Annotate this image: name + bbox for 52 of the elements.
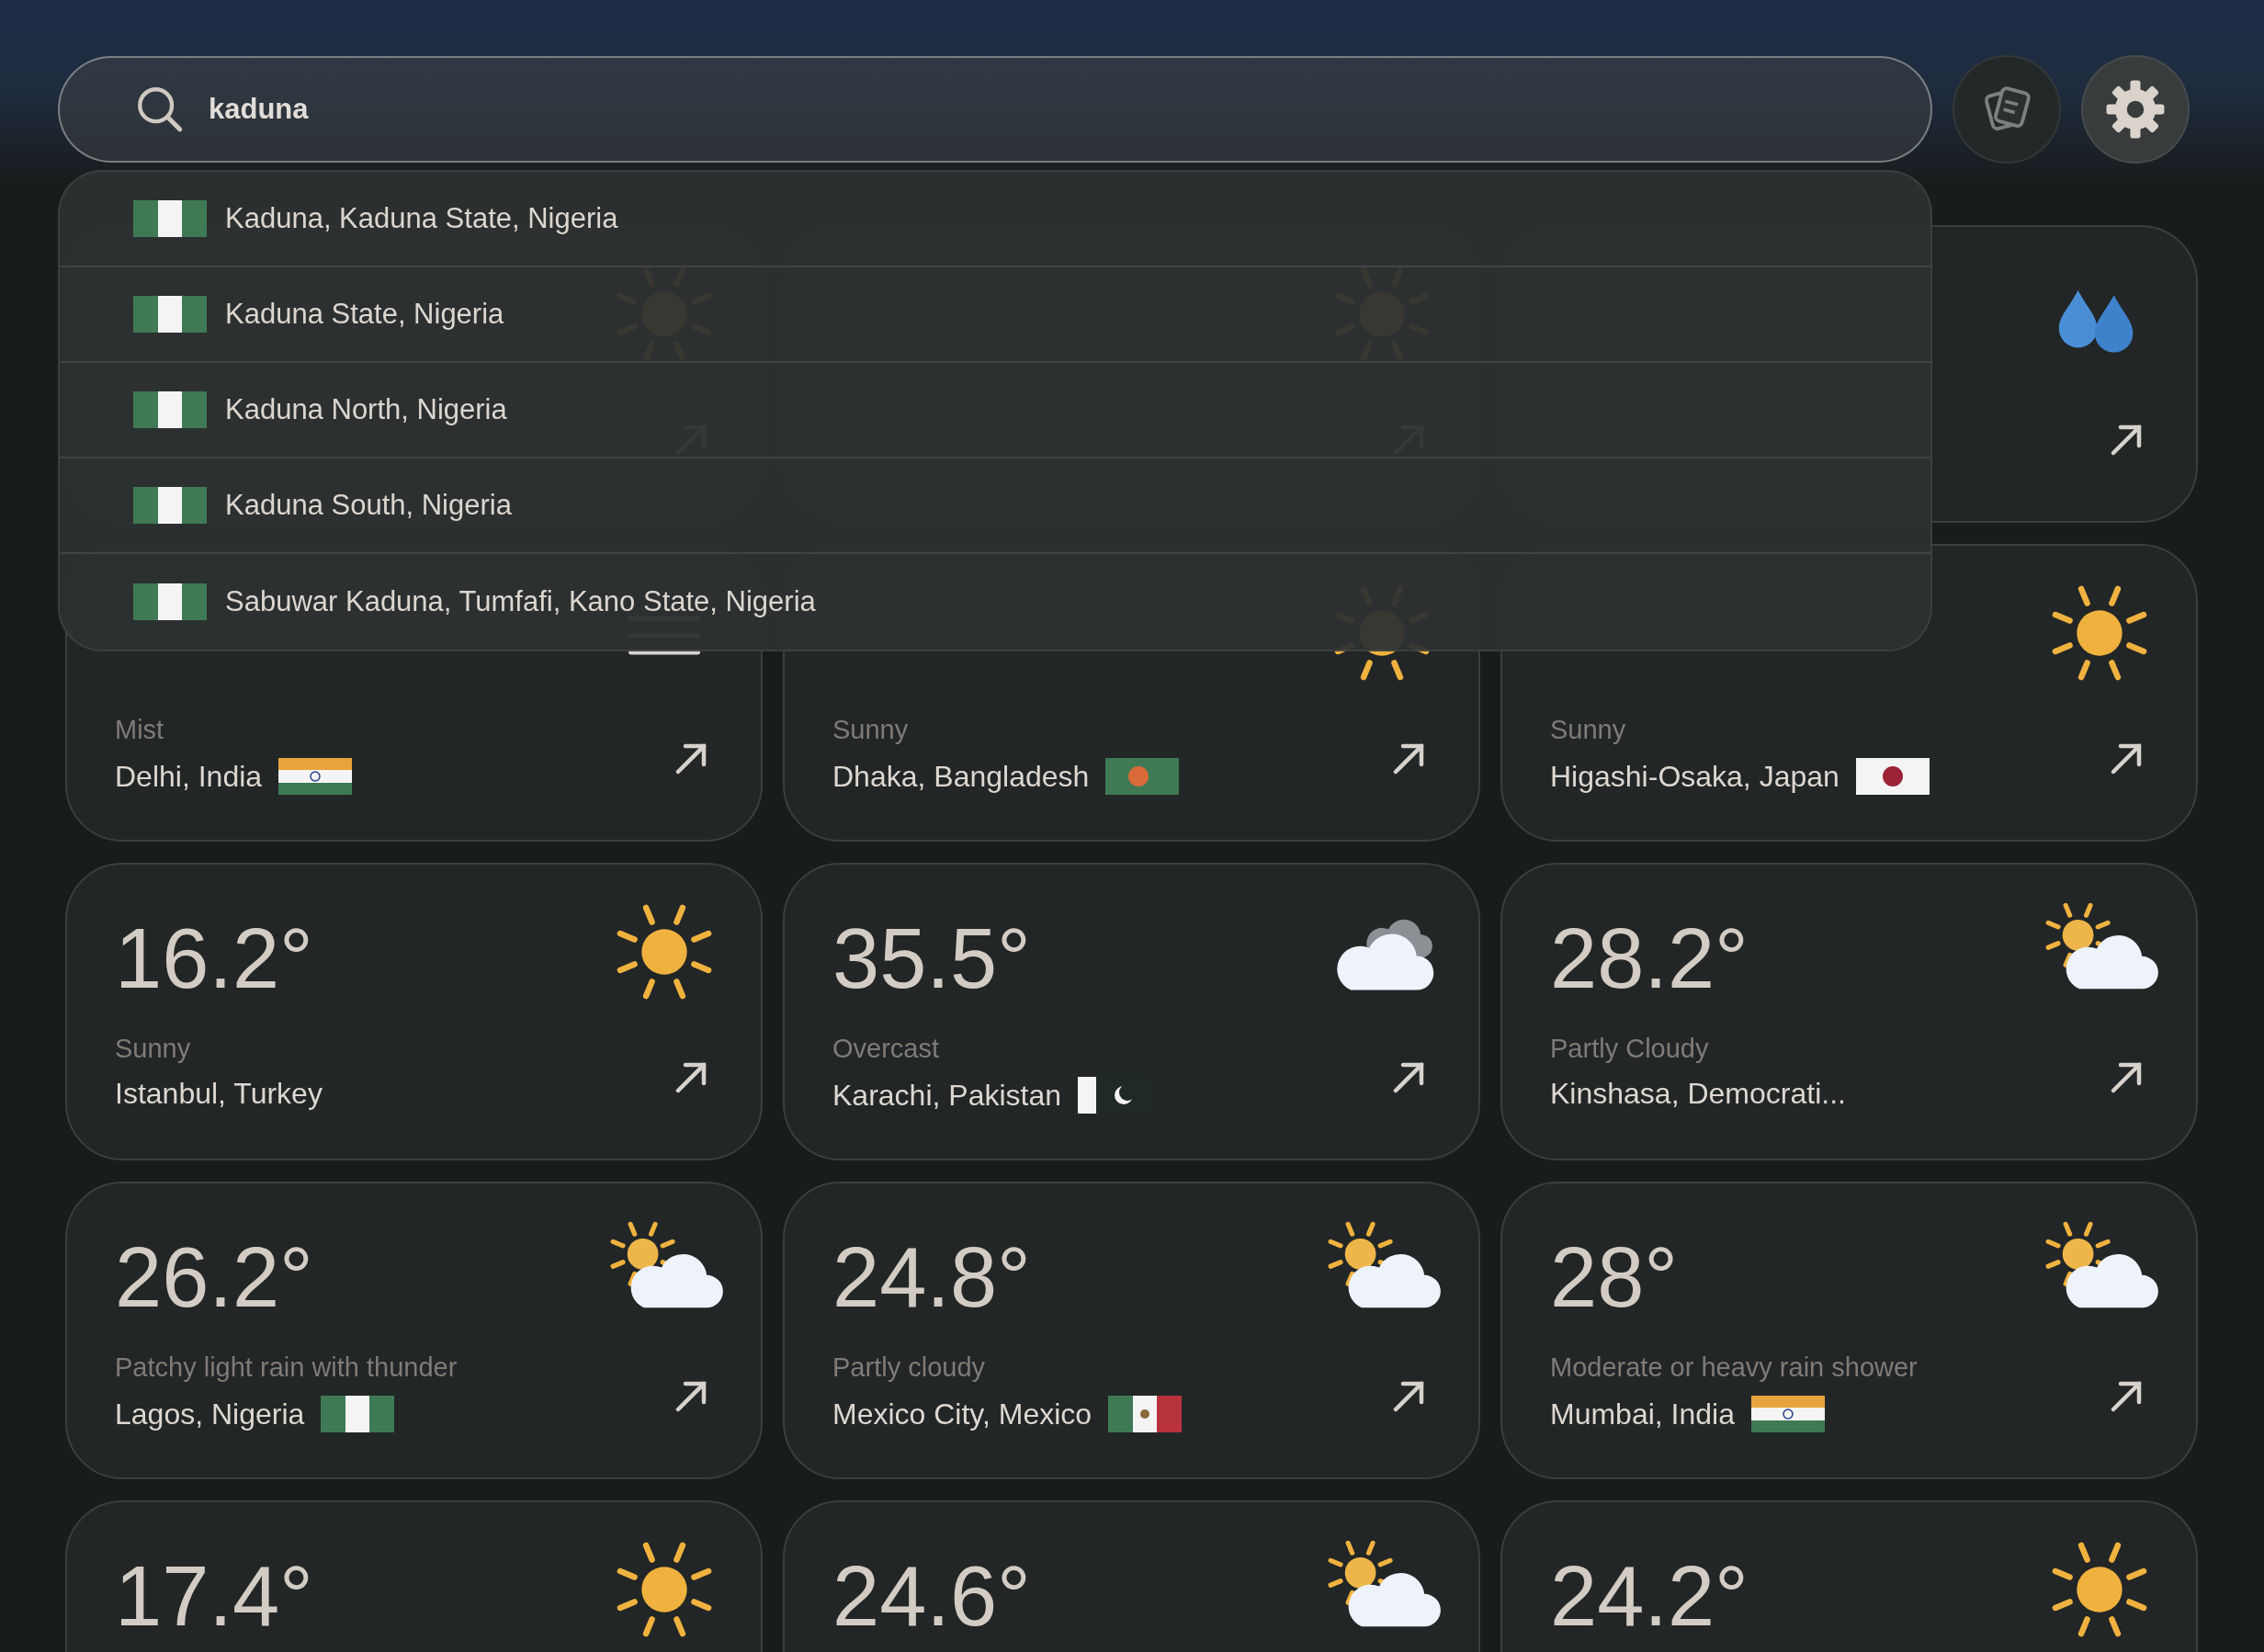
flag-icon bbox=[133, 487, 207, 524]
temperature: 16.2° bbox=[115, 916, 314, 1001]
location-name: Mexico City, Mexico bbox=[832, 1397, 1092, 1431]
location-name: Istanbul, Turkey bbox=[115, 1077, 323, 1111]
flag-icon bbox=[321, 1396, 395, 1432]
temperature: 26.2° bbox=[115, 1235, 314, 1319]
flag-icon bbox=[1105, 758, 1180, 795]
weather-card[interactable]: 28.2° Partly Cloudy Kinshasa, Democrati... bbox=[1500, 863, 2198, 1160]
flag-icon bbox=[278, 758, 353, 795]
flag-icon bbox=[133, 391, 207, 428]
weather-card[interactable]: 16.2° Sunny Istanbul, Turkey bbox=[65, 863, 763, 1160]
flag-icon bbox=[1855, 758, 1930, 795]
flag-icon bbox=[133, 200, 207, 237]
condition-text: Partly cloudy bbox=[832, 1352, 986, 1383]
suggestion-item[interactable]: Kaduna South, Nigeria bbox=[60, 458, 1930, 554]
location-name: Karachi, Pakistan bbox=[832, 1078, 1061, 1113]
location-name: Lagos, Nigeria bbox=[115, 1397, 305, 1431]
flag-icon bbox=[133, 296, 207, 333]
search-field[interactable]: kaduna bbox=[58, 56, 1932, 163]
weather-card[interactable]: 26.2° Patchy light rain with thunder Lagos, Nigeria bbox=[65, 1182, 763, 1479]
condition-text: Sunny bbox=[1550, 715, 1627, 745]
weather-card[interactable]: 24.8° Partly cloudy Mexico City, Mexico bbox=[783, 1182, 1480, 1479]
location-name: Delhi, India bbox=[115, 759, 263, 794]
condition-text: Overcast bbox=[832, 1034, 941, 1064]
condition-text: Sunny bbox=[832, 715, 910, 745]
location-name: Higashi-Osaka, Japan bbox=[1550, 759, 1840, 794]
condition-text: Mist bbox=[115, 715, 165, 745]
weather-card[interactable]: 28° Moderate or heavy rain shower Mumbai, India bbox=[1500, 1182, 2198, 1479]
weather-card[interactable]: 35.5° Overcast Karachi, Pakistan bbox=[783, 863, 1480, 1160]
suggestion-item[interactable]: Kaduna, Kaduna State, Nigeria bbox=[60, 172, 1930, 267]
location-name: Kinshasa, Democrati... bbox=[1550, 1077, 1846, 1111]
condition-text: Sunny bbox=[115, 1034, 192, 1064]
suggestion-item[interactable]: Kaduna State, Nigeria bbox=[60, 267, 1930, 363]
flag-icon bbox=[133, 583, 207, 620]
temperature: 35.5° bbox=[832, 916, 1032, 1001]
temperature: 24.6° bbox=[832, 1554, 1032, 1638]
temperature: 24.8° bbox=[832, 1235, 1032, 1319]
weather-card[interactable]: 24.6° bbox=[783, 1500, 1480, 1652]
flag-icon bbox=[1108, 1396, 1183, 1432]
temperature: 28° bbox=[1550, 1235, 1680, 1319]
suggestion-item[interactable]: Kaduna North, Nigeria bbox=[60, 363, 1930, 458]
flag-icon bbox=[1751, 1396, 1825, 1432]
location-name: Dhaka, Bangladesh bbox=[832, 759, 1090, 794]
temperature: 28.2° bbox=[1550, 916, 1749, 1001]
weather-card[interactable]: 17.4° bbox=[65, 1500, 763, 1652]
temperature: 24.2° bbox=[1550, 1554, 1749, 1638]
weather-card[interactable]: 24.2° bbox=[1500, 1500, 2198, 1652]
location-name: Mumbai, India bbox=[1550, 1397, 1735, 1431]
condition-text: Patchy light rain with thunder bbox=[115, 1352, 458, 1383]
condition-text: Moderate or heavy rain shower bbox=[1550, 1352, 1919, 1383]
temperature: 17.4° bbox=[115, 1554, 314, 1638]
condition-text: Partly Cloudy bbox=[1550, 1034, 1710, 1064]
